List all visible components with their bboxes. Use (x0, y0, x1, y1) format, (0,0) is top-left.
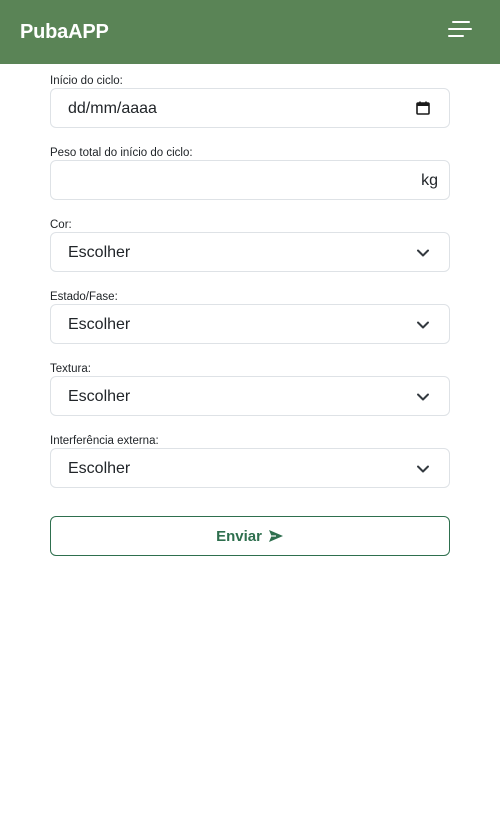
state-phase-group: Estado/Fase: Escolher (50, 290, 450, 344)
submit-button-content: Enviar (51, 527, 449, 547)
external-interference-group: Interferência externa: Escolher (50, 434, 450, 488)
cycle-start-label: Início do ciclo: (50, 75, 123, 87)
color-selected-value: Escolher (68, 244, 131, 261)
send-icon (262, 528, 284, 545)
texture-group: Textura: Escolher (50, 362, 450, 416)
state-phase-select[interactable]: Escolher (50, 304, 450, 344)
total-weight-label: Peso total do início do ciclo: (50, 147, 193, 159)
color-select[interactable]: Escolher (50, 232, 450, 272)
top-navbar: PubaAPP (0, 0, 500, 64)
total-weight-input[interactable]: kg (50, 160, 450, 200)
hamburger-menu-icon (440, 17, 480, 49)
color-label: Cor: (50, 219, 72, 231)
chevron-down-icon (415, 317, 431, 333)
external-interference-label: Interferência externa: (50, 435, 159, 447)
texture-selected-value: Escolher (68, 388, 131, 405)
submit-button-label: Enviar (216, 528, 262, 545)
chevron-down-icon (415, 245, 431, 261)
cycle-start-group: Início do ciclo: dd/mm/aaaa (50, 74, 450, 128)
external-interference-select[interactable]: Escolher (50, 448, 450, 488)
state-phase-label: Estado/Fase: (50, 291, 118, 303)
menu-toggle-button[interactable] (440, 17, 480, 49)
texture-label: Textura: (50, 363, 91, 375)
cycle-start-placeholder: dd/mm/aaaa (68, 100, 157, 117)
total-weight-group: Peso total do início do ciclo: kg (50, 146, 450, 200)
external-interference-selected-value: Escolher (68, 460, 131, 477)
cycle-start-date-input[interactable]: dd/mm/aaaa (50, 88, 450, 128)
weight-unit-suffix: kg (421, 172, 438, 189)
color-group: Cor: Escolher (50, 218, 450, 272)
submit-button[interactable]: Enviar (50, 516, 450, 556)
texture-select[interactable]: Escolher (50, 376, 450, 416)
state-phase-selected-value: Escolher (68, 316, 131, 333)
chevron-down-icon (415, 461, 431, 477)
brand-logo-text[interactable]: PubaAPP (20, 20, 109, 44)
calendar-icon[interactable] (415, 100, 431, 116)
chevron-down-icon (415, 389, 431, 405)
